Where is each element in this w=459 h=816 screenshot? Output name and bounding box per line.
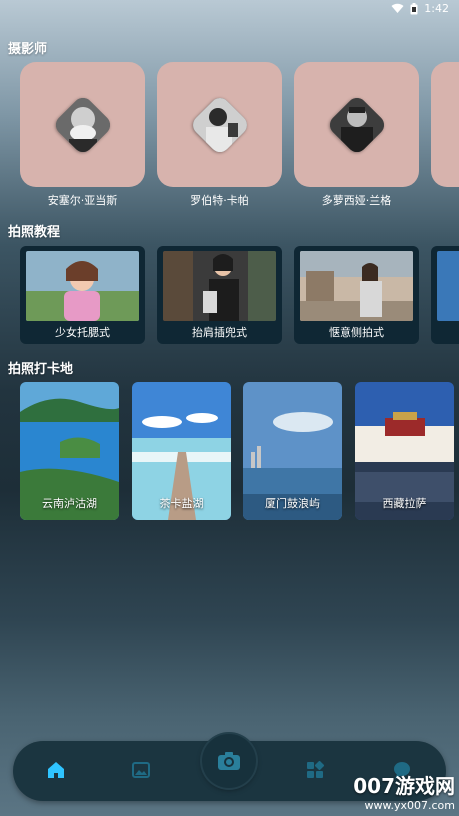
spot-label: 云南泸沽湖 <box>42 497 97 510</box>
camera-icon <box>218 752 240 770</box>
photographer-card[interactable] <box>20 62 145 187</box>
status-time: 1:42 <box>424 2 449 15</box>
section-title-tutorials: 拍照教程 <box>8 225 61 240</box>
status-bar: 1:42 <box>0 0 459 18</box>
battery-icon <box>410 2 418 14</box>
spot-card[interactable]: 西藏拉萨 <box>355 382 454 520</box>
home-icon[interactable] <box>43 757 69 783</box>
photographer-avatar <box>51 93 114 156</box>
tutorial-label: 惬意侧拍式 <box>329 326 384 339</box>
wifi-icon <box>391 3 404 13</box>
tutorial-thumbnail <box>163 251 276 321</box>
photographer-name: 罗伯特·卡帕 <box>190 194 249 207</box>
watermark: 007游戏网 www.yx007.com <box>353 770 455 812</box>
spot-card[interactable]: 云南泸沽湖 <box>20 382 119 520</box>
status-icons: 1:42 <box>391 2 449 15</box>
section-title-photographers: 摄影师 <box>8 42 48 57</box>
photographer-avatar <box>188 93 251 156</box>
photographer-card[interactable] <box>431 62 459 187</box>
photographer-name: 多萝西娅·兰格 <box>321 194 392 207</box>
tutorial-label: 少女托腮式 <box>55 326 110 339</box>
section-title-spots: 拍照打卡地 <box>8 362 74 377</box>
tutorial-card[interactable]: 抬肩插兜式 <box>157 246 282 344</box>
photographer-row[interactable]: 安塞尔·亚当斯 罗伯特·卡帕 多萝西娅·兰格 <box>0 62 459 232</box>
spot-label: 西藏拉萨 <box>382 497 427 510</box>
spot-label: 茶卡盐湖 <box>159 497 204 510</box>
apps-icon[interactable] <box>302 757 328 783</box>
tutorial-label: 抬肩插兜式 <box>192 326 247 339</box>
tutorial-thumbnail <box>437 251 459 321</box>
tutorial-thumbnail <box>26 251 139 321</box>
tutorial-thumbnail <box>300 251 413 321</box>
spot-label: 厦门鼓浪屿 <box>265 497 320 510</box>
spot-card[interactable]: 厦门鼓浪屿 <box>243 382 342 520</box>
photographer-avatar <box>325 93 388 156</box>
camera-button[interactable] <box>202 734 256 788</box>
photographer-card[interactable] <box>157 62 282 187</box>
photographer-name: 安塞尔·亚当斯 <box>47 194 118 207</box>
watermark-title: 007游戏网 <box>353 774 455 798</box>
tutorial-card[interactable] <box>431 246 459 344</box>
tutorial-card[interactable]: 惬意侧拍式 <box>294 246 419 344</box>
spot-card[interactable]: 茶卡盐湖 <box>132 382 231 520</box>
gallery-icon[interactable] <box>128 757 154 783</box>
watermark-url: www.yx007.com <box>364 799 455 812</box>
tutorial-row[interactable]: 少女托腮式 抬肩插兜式 惬意侧拍式 <box>0 246 459 346</box>
tutorial-card[interactable]: 少女托腮式 <box>20 246 145 344</box>
photographer-card[interactable] <box>294 62 419 187</box>
spot-row[interactable]: 云南泸沽湖 茶卡盐湖 厦门鼓浪屿 西藏拉萨 <box>0 382 459 522</box>
